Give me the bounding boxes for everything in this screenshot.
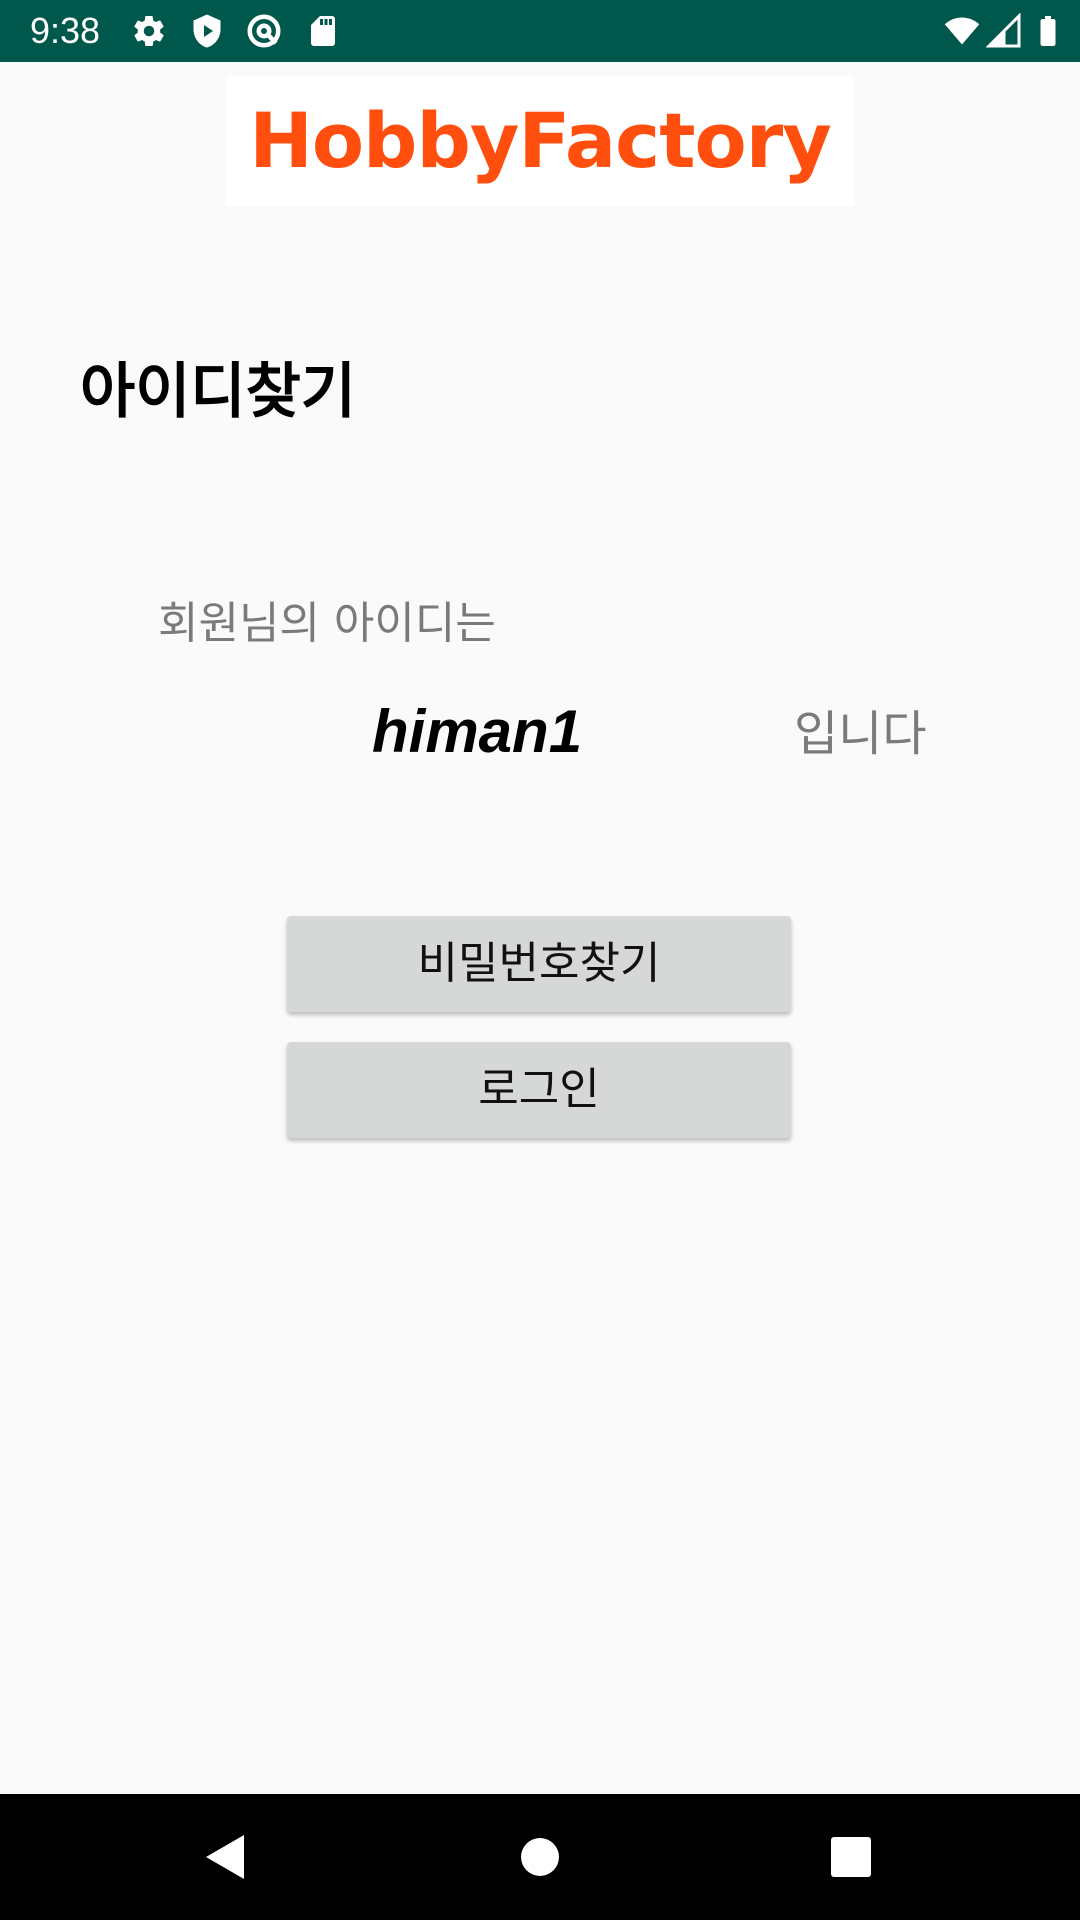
recents-icon[interactable]	[815, 1821, 887, 1893]
signal-icon	[986, 13, 1022, 49]
main-content: HobbyFactory 아이디찾기 회원님의 아이디는 himan1 입니다 …	[0, 62, 1080, 1794]
vpn-key-icon	[246, 13, 282, 49]
message-prefix: 회원님의 아이디는	[158, 598, 496, 649]
shield-play-icon	[189, 13, 225, 49]
home-icon[interactable]	[504, 1821, 576, 1893]
wifi-icon	[944, 13, 980, 49]
find-password-button[interactable]: 비밀번호찾기	[287, 916, 791, 1012]
status-bar: 9:38	[0, 0, 1080, 62]
battery-icon	[1030, 13, 1066, 49]
logo-text: HobbyFactory	[249, 96, 832, 185]
sd-card-icon	[305, 13, 341, 49]
logo: HobbyFactory	[226, 76, 854, 206]
found-id-value: himan1	[372, 698, 583, 765]
status-time: 9:38	[30, 10, 101, 51]
back-icon[interactable]	[188, 1821, 260, 1893]
page-title: 아이디찾기	[80, 357, 356, 427]
gear-icon	[131, 13, 167, 49]
message-suffix: 입니다	[794, 706, 927, 762]
navigation-bar	[0, 1794, 1080, 1920]
login-button[interactable]: 로그인	[287, 1042, 791, 1138]
